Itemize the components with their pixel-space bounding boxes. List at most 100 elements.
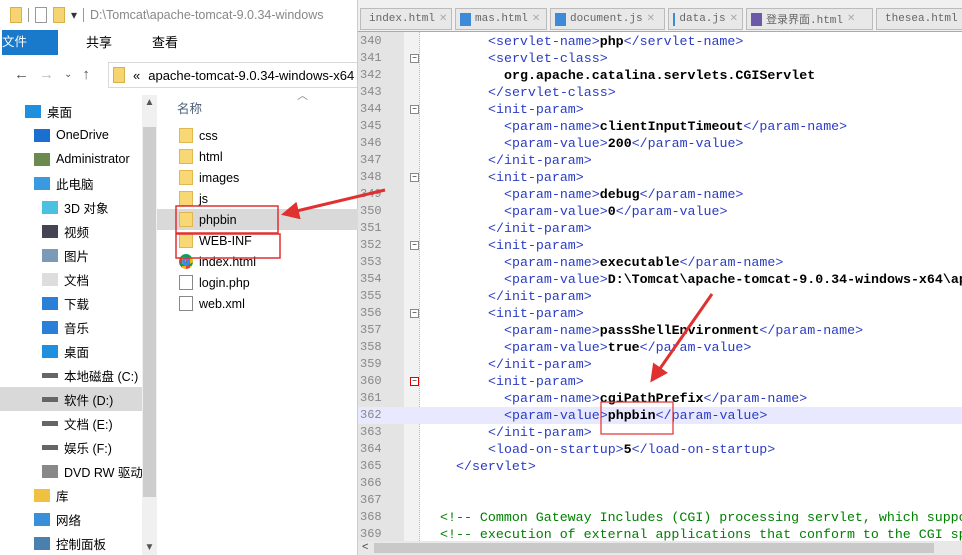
nav-item[interactable]: 控制面板 (0, 531, 142, 555)
tab-share[interactable]: 共享 (66, 30, 132, 55)
properties-icon[interactable] (35, 7, 47, 23)
nav-item[interactable]: 软件 (D:) (0, 387, 142, 411)
file-item[interactable]: images (157, 167, 358, 188)
close-tab-icon[interactable]: ✕ (532, 13, 540, 25)
nav-item[interactable]: 娱乐 (F:) (0, 435, 142, 459)
scrollbar-thumb[interactable] (374, 543, 934, 553)
file-item[interactable]: login.php (157, 272, 358, 293)
breadcrumb[interactable]: apache-tomcat-9.0.34-windows-x64 (148, 68, 354, 83)
xml-value: D:\Tomcat\apache-tomcat-9.0.34-windows-x… (607, 272, 962, 287)
line-number: 356 (360, 306, 382, 320)
code-line: 356 − <init-param> (358, 305, 962, 322)
code-text: <init-param> (488, 373, 584, 390)
customize-toolbar-icon[interactable]: ▾ (71, 8, 77, 22)
nav-item[interactable]: 音乐 (0, 315, 142, 339)
recent-locations-icon[interactable]: ⌄ (64, 69, 72, 80)
xml-tag: </init-param> (488, 153, 592, 168)
nav-item[interactable]: OneDrive (0, 123, 142, 147)
file-name: js (199, 191, 209, 206)
xml-tag: <servlet-class> (488, 51, 608, 66)
folder-icon (179, 191, 193, 206)
column-header-name[interactable]: 名称 (177, 98, 202, 117)
line-number: 351 (360, 221, 382, 235)
fold-toggle-icon[interactable]: − (410, 377, 419, 386)
line-number: 353 (360, 255, 382, 269)
editor-tab[interactable]: mas.html ✕ (455, 8, 547, 30)
fold-toggle-icon[interactable]: − (410, 241, 419, 250)
tab-view[interactable]: 查看 (132, 30, 198, 55)
nav-item-label: 软件 (D:) (64, 393, 114, 408)
xml-tag: </param-value> (639, 340, 752, 355)
back-icon[interactable]: ← (14, 66, 29, 83)
file-item[interactable]: js (157, 188, 358, 209)
nav-item[interactable]: 下载 (0, 291, 142, 315)
address-bar[interactable]: « apache-tomcat-9.0.34-windows-x64 (108, 62, 357, 88)
xml-tag: <init-param> (488, 170, 584, 185)
nav-item[interactable]: Administrator (0, 147, 142, 171)
editor-tab[interactable]: 登录界面.html ✕ (746, 8, 873, 30)
window-title: D:\Tomcat\apache-tomcat-9.0.34-windows (90, 8, 324, 22)
up-icon[interactable]: ↑ (82, 66, 90, 83)
tab-file[interactable]: 文件 (2, 30, 58, 55)
file-item[interactable]: phpbin (157, 209, 358, 230)
xml-tag: </param-value> (631, 136, 744, 151)
editor-tab[interactable]: document.js ✕ (550, 8, 665, 30)
new-folder-icon[interactable] (53, 7, 65, 23)
file-item[interactable]: html (157, 146, 358, 167)
editor-tab[interactable]: index.html ✕ (360, 8, 452, 30)
scroll-left-icon[interactable]: < (362, 541, 368, 553)
nav-item[interactable]: 库 (0, 483, 142, 507)
nav-item[interactable]: 本地磁盘 (C:) (0, 363, 142, 387)
nav-item[interactable]: 视频 (0, 219, 142, 243)
close-tab-icon[interactable]: ✕ (847, 13, 855, 25)
folder-icon (179, 233, 193, 248)
scroll-down-icon[interactable]: ▼ (142, 542, 157, 553)
code-text: org.apache.catalina.servlets.CGIServlet (504, 67, 815, 84)
forward-icon[interactable]: → (39, 66, 54, 83)
xml-tag: </param-name> (743, 119, 848, 134)
nav-item[interactable]: 3D 对象 (0, 195, 142, 219)
line-number: 366 (360, 476, 382, 490)
nav-item[interactable]: 桌面 (0, 339, 142, 363)
nav-scrollbar[interactable]: ▲ ▼ (142, 95, 157, 555)
file-item[interactable]: css (157, 125, 358, 146)
nav-item[interactable]: DVD RW 驱动 (0, 459, 143, 483)
nav-item[interactable]: 图片 (0, 243, 142, 267)
file-item[interactable]: WEB-INF (157, 230, 358, 251)
xml-value: passShellEnvironment (599, 323, 760, 338)
divider (28, 8, 29, 22)
chrome-html-icon (179, 254, 193, 269)
nav-item-label: 网络 (56, 513, 82, 528)
close-tab-icon[interactable]: ✕ (647, 13, 655, 25)
nav-item[interactable]: 网络 (0, 507, 142, 531)
fold-toggle-icon[interactable]: − (410, 54, 419, 63)
code-line: 342 org.apache.catalina.servlets.CGIServl… (358, 67, 962, 84)
editor-tab[interactable]: thesea.html✕ (876, 8, 962, 30)
breadcrumb-overflow[interactable]: « (133, 68, 140, 83)
code-line: 366 (358, 475, 962, 492)
code-area[interactable]: 340 <servlet-name>php</servlet-name> 341 − <… (358, 32, 962, 541)
file-item[interactable]: web.xml (157, 293, 358, 314)
line-number: 357 (360, 323, 382, 337)
code-text: </init-param> (488, 288, 592, 305)
fold-toggle-icon[interactable]: − (410, 309, 419, 318)
xml-tag: <param-value> (504, 136, 608, 151)
scrollbar-thumb[interactable] (143, 127, 156, 497)
close-tab-icon[interactable]: ✕ (439, 13, 447, 25)
nav-item[interactable]: 此电脑 (0, 171, 142, 195)
line-number: 345 (360, 119, 382, 133)
code-line: 343 </servlet-class> (358, 84, 962, 101)
horizontal-scrollbar[interactable]: < (358, 541, 962, 555)
code-line: 340 <servlet-name>php</servlet-name> (358, 33, 962, 50)
fold-toggle-icon[interactable]: − (410, 105, 419, 114)
nav-item[interactable]: 桌面 (0, 99, 142, 123)
scroll-up-icon[interactable]: ▲ (142, 97, 157, 108)
nav-item[interactable]: 文档 (E:) (0, 411, 142, 435)
file-item[interactable]: index.html (157, 251, 358, 272)
xml-tag: </init-param> (488, 221, 592, 236)
fold-toggle-icon[interactable]: − (410, 173, 419, 182)
tab-label: index.html (369, 13, 436, 25)
nav-item[interactable]: 文档 (0, 267, 142, 291)
close-tab-icon[interactable]: ✕ (730, 13, 738, 25)
editor-tab[interactable]: data.js ✕ (668, 8, 743, 30)
